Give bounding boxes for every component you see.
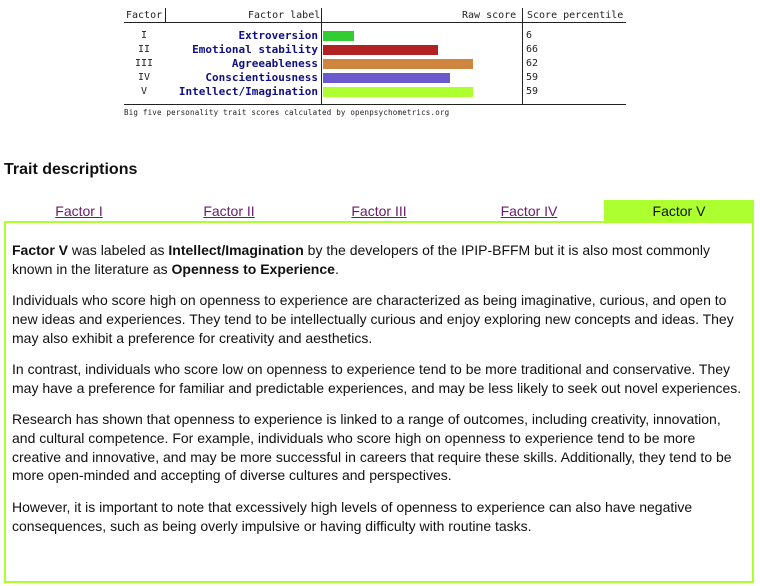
intro-paragraph: Factor V was labeled as Intellect/Imagin… (12, 242, 710, 277)
factor-numeral: I (140, 30, 148, 41)
factor-name: Factor V (12, 242, 69, 258)
description-paragraph: Research has shown that openness to expe… (12, 411, 732, 484)
factor-tabs: Factor I Factor II Factor III Factor IV … (4, 200, 754, 222)
tab-factor-v[interactable]: Factor V (604, 200, 754, 222)
factor-label: Agreeableness (231, 57, 318, 70)
raw-score-bar (323, 59, 473, 69)
trait-description-panel: Factor V was labeled as Intellect/Imagin… (4, 221, 754, 583)
column-divider (522, 8, 523, 104)
factor-label: Emotional stability (192, 43, 318, 56)
chart-caption: Big five personality trait scores calcul… (124, 108, 450, 117)
column-divider (321, 8, 322, 104)
description-paragraph: Individuals who score high on openness t… (12, 292, 734, 346)
factor-numeral: II (137, 44, 151, 55)
header-factor-label: Factor label (248, 10, 321, 21)
trait-name: Intellect/Imagination (168, 242, 304, 258)
table-bottom-rule (124, 104, 626, 105)
score-percentile: 66 (526, 44, 539, 55)
tab-factor-iii[interactable]: Factor III (304, 200, 454, 222)
factor-numeral: V (140, 86, 148, 97)
section-heading: Trait descriptions (4, 161, 138, 178)
factor-numeral: IV (137, 72, 151, 83)
description-paragraph: However, it is important to note that ex… (12, 498, 693, 534)
factor-label: Intellect/Imagination (178, 85, 318, 98)
tab-factor-i[interactable]: Factor I (4, 200, 154, 222)
description-paragraph: In contrast, individuals who score low o… (12, 360, 742, 396)
score-percentile: 59 (526, 86, 539, 97)
factor-numeral: III (134, 58, 154, 69)
header-factor: Factor (126, 10, 163, 21)
raw-score-bar (323, 73, 450, 83)
score-chart: Factor Factor label Raw score Score perc… (124, 8, 626, 128)
score-percentile: 6 (526, 30, 533, 41)
score-percentile: 62 (526, 58, 539, 69)
header-score-percentile: Score percentile (527, 10, 624, 21)
header-divider (124, 22, 626, 23)
column-divider (165, 8, 166, 22)
factor-label: Conscientiousness (205, 71, 318, 84)
header-raw-score: Raw score (462, 10, 517, 21)
raw-score-bar (323, 31, 354, 41)
score-percentile: 59 (526, 72, 539, 83)
tab-factor-ii[interactable]: Factor II (154, 200, 304, 222)
factor-label: Extroversion (238, 29, 318, 42)
tab-factor-iv[interactable]: Factor IV (454, 200, 604, 222)
raw-score-bar (323, 87, 473, 97)
alternate-trait-name: Openness to Experience (171, 260, 335, 277)
raw-score-bar (323, 45, 438, 55)
